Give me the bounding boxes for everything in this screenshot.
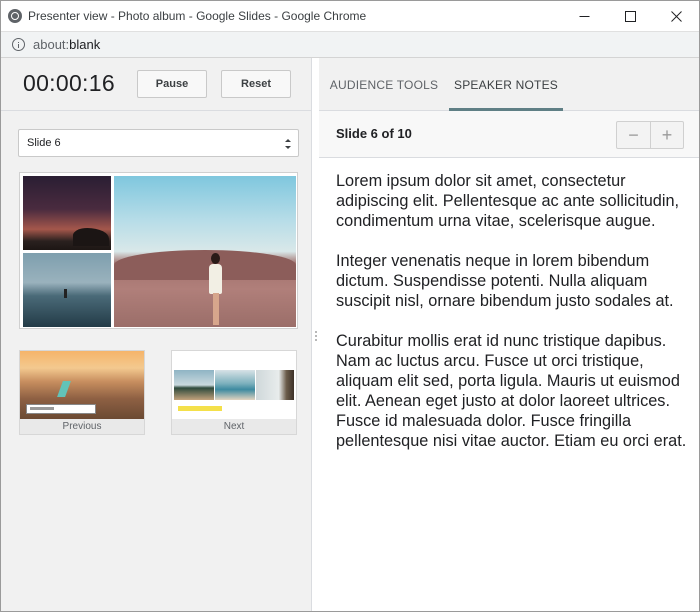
minimize-icon[interactable]: [561, 1, 607, 31]
select-arrows-icon: [285, 139, 291, 149]
slide-select-value: Slide 6: [27, 137, 61, 149]
chrome-icon: [8, 9, 22, 23]
font-size-controls: − +: [616, 121, 684, 149]
window-controls: [561, 1, 699, 31]
previous-slide-image: [20, 351, 144, 419]
current-slide-preview[interactable]: [19, 172, 298, 329]
next-label: Next: [172, 419, 296, 434]
elapsed-timer: 00:00:16: [23, 70, 115, 96]
slide-position: Slide 6 of 10: [336, 126, 412, 141]
notes-paragraph: Integer venenatis neque in lorem bibendu…: [336, 252, 674, 310]
tab-bar: AUDIENCE TOOLS SPEAKER NOTES: [319, 58, 699, 111]
seaside-photo: [23, 253, 111, 327]
pause-button[interactable]: Pause: [137, 70, 207, 98]
increase-font-button[interactable]: +: [650, 122, 683, 148]
tab-speaker-notes[interactable]: SPEAKER NOTES: [449, 58, 563, 111]
speaker-notes-text: Lorem ipsum dolor sit amet, consectetur …: [336, 171, 688, 471]
url-host: blank: [69, 37, 101, 52]
maximize-icon[interactable]: [607, 1, 653, 31]
previous-slide-thumbnail[interactable]: Previous: [19, 350, 145, 435]
close-icon[interactable]: [653, 1, 699, 31]
url-scheme: about:: [33, 37, 70, 52]
next-slide-thumbnail[interactable]: Next: [171, 350, 297, 435]
title-bar[interactable]: Presenter view - Photo album - Google Sl…: [1, 1, 699, 31]
presenter-left-pane: 00:00:16 Pause Reset Slide 6 Previous Ne…: [1, 58, 312, 611]
presenter-right-pane: AUDIENCE TOOLS SPEAKER NOTES Slide 6 of …: [319, 58, 699, 611]
notes-paragraph: Curabitur mollis erat id nunc tristique …: [336, 332, 687, 450]
notes-paragraph: Lorem ipsum dolor sit amet, consectetur …: [336, 172, 680, 230]
address-bar[interactable]: about:blank: [1, 31, 699, 58]
timer-toolbar: 00:00:16 Pause Reset: [1, 58, 311, 111]
tab-audience-tools[interactable]: AUDIENCE TOOLS: [319, 58, 449, 111]
slide-select[interactable]: Slide 6: [18, 129, 299, 157]
info-icon[interactable]: [12, 38, 25, 51]
notes-header: Slide 6 of 10 − +: [319, 111, 699, 158]
sunset-photo: [23, 176, 111, 250]
reset-button[interactable]: Reset: [221, 70, 291, 98]
next-slide-image: [172, 351, 296, 419]
window-title: Presenter view - Photo album - Google Sl…: [28, 9, 367, 23]
decrease-font-button[interactable]: −: [617, 122, 650, 148]
desert-photo: [114, 176, 296, 327]
presenter-window: Presenter view - Photo album - Google Sl…: [0, 0, 700, 612]
previous-label: Previous: [20, 419, 144, 434]
pane-resize-handle[interactable]: [314, 331, 318, 343]
url-field[interactable]: about:blank: [33, 37, 100, 52]
